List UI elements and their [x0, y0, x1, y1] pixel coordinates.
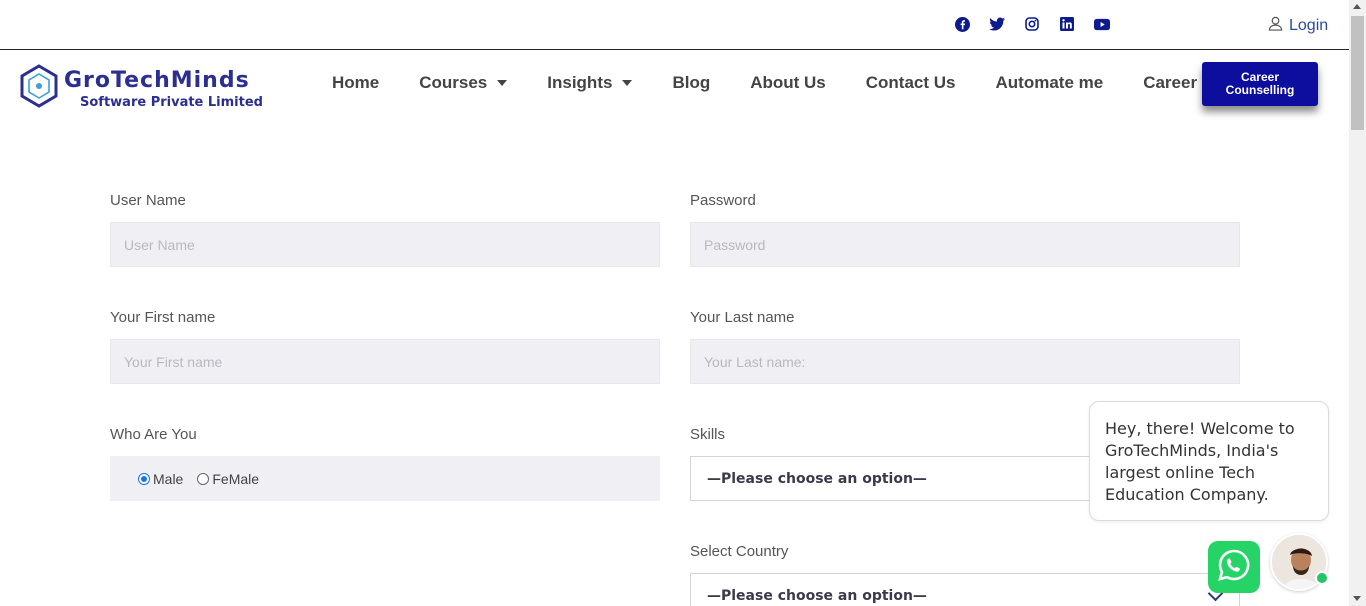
nav-about-us[interactable]: About Us	[750, 73, 826, 93]
online-status-dot	[1315, 571, 1329, 585]
nav-blog[interactable]: Blog	[672, 73, 710, 93]
facebook-icon[interactable]	[954, 16, 970, 32]
password-placeholder: Password	[704, 236, 766, 253]
radio-label: FeMale	[212, 470, 260, 487]
logo-subtitle: Software Private Limited	[80, 94, 263, 110]
nav-label: Contact Us	[865, 73, 956, 92]
nav-courses[interactable]: Courses	[419, 73, 508, 93]
nav-label: About Us	[750, 73, 826, 92]
nav-label: Career	[1143, 73, 1198, 92]
page: Login GroTechMinds Software Private Limi…	[0, 0, 1366, 606]
scrollbar-thumb[interactable]	[1351, 16, 1364, 130]
nav-career[interactable]: Career	[1143, 73, 1197, 93]
skills-label: Skills	[690, 426, 726, 443]
chat-message: Hey, there! Welcome to GroTechMinds, Ind…	[1105, 419, 1295, 504]
main-nav: Home Courses Insights Blog About Us Cont…	[332, 73, 1237, 93]
skills-select-value: —Please choose an option—	[707, 470, 927, 487]
first-name-label: Your First name	[110, 309, 216, 326]
password-label: Password	[690, 192, 756, 209]
nav-home[interactable]: Home	[332, 73, 379, 93]
username-input[interactable]: User Name	[110, 222, 660, 267]
chat-welcome-bubble[interactable]: Hey, there! Welcome to GroTechMinds, Ind…	[1089, 401, 1329, 521]
password-input[interactable]: Password	[690, 222, 1240, 267]
last-name-label: Your Last name	[690, 309, 795, 326]
first-name-placeholder: Your First name	[124, 353, 223, 370]
nav-label: Courses	[419, 73, 488, 92]
instagram-icon[interactable]	[1024, 16, 1040, 32]
vertical-scrollbar[interactable]	[1349, 0, 1366, 606]
gender-radio-group: Male FeMale	[110, 456, 660, 501]
login-label: Login	[1289, 17, 1329, 34]
scroll-down-icon[interactable]	[1353, 596, 1361, 601]
radio-button[interactable]	[197, 472, 210, 485]
career-counselling-button[interactable]: Career Counselling	[1202, 62, 1318, 106]
username-label: User Name	[110, 192, 186, 209]
country-select-value: —Please choose an option—	[707, 587, 927, 604]
nav-label: Blog	[672, 73, 711, 92]
twitter-icon[interactable]	[989, 16, 1005, 32]
login-link[interactable]: Login	[1268, 16, 1328, 36]
nav-automate-me[interactable]: Automate me	[996, 73, 1104, 93]
nav-insights[interactable]: Insights	[547, 73, 633, 93]
who-are-you-label: Who Are You	[110, 426, 197, 443]
logo-title: GroTechMinds	[64, 67, 250, 93]
nav-label: Automate me	[995, 73, 1104, 92]
linkedin-icon[interactable]	[1059, 16, 1075, 32]
last-name-input[interactable]: Your Last name:	[690, 339, 1240, 384]
logo[interactable]: GroTechMinds Software Private Limited	[18, 63, 278, 115]
user-icon	[1268, 16, 1283, 36]
whatsapp-button[interactable]	[1208, 541, 1260, 593]
radio-button-checked[interactable]	[138, 472, 150, 485]
cta-line-2: Counselling	[1225, 83, 1295, 97]
nav-contact-us[interactable]: Contact Us	[866, 73, 956, 93]
caret-down-icon	[622, 80, 633, 86]
header: GroTechMinds Software Private Limited Ho…	[0, 51, 1349, 121]
scroll-up-icon[interactable]	[1353, 4, 1361, 9]
top-bar: Login	[0, 0, 1349, 50]
caret-down-icon	[497, 80, 508, 86]
nav-label: Home	[332, 73, 380, 92]
radio-option-female[interactable]: FeMale	[197, 471, 259, 487]
first-name-input[interactable]: Your First name	[110, 339, 660, 384]
radio-label: Male	[153, 470, 184, 487]
social-links	[954, 16, 1110, 32]
last-name-placeholder: Your Last name:	[704, 353, 806, 370]
youtube-icon[interactable]	[1094, 16, 1110, 32]
radio-option-male[interactable]: Male	[138, 471, 183, 487]
username-placeholder: User Name	[124, 236, 195, 253]
country-label: Select Country	[690, 543, 789, 560]
country-select[interactable]: —Please choose an option—	[690, 573, 1240, 606]
logo-mark-icon	[18, 63, 60, 116]
whatsapp-icon	[1216, 547, 1252, 588]
nav-label: Insights	[547, 73, 613, 92]
